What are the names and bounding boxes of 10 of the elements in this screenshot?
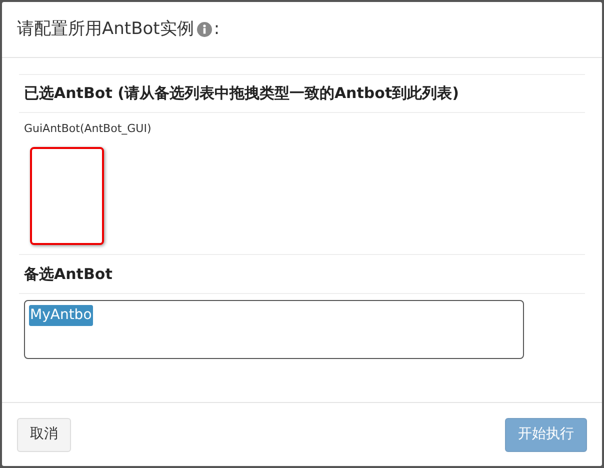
- title-colon: :: [214, 18, 220, 41]
- dialog-title: 请配置所用AntBot实例: [17, 18, 194, 41]
- cancel-button[interactable]: 取消: [17, 418, 71, 452]
- info-icon[interactable]: [196, 22, 212, 37]
- section-heading: 已选AntBot (请从备选列表中拖拽类型一致的Antbot到此列表): [24, 83, 459, 104]
- section-heading: 备选AntBot: [24, 264, 112, 285]
- candidate-list[interactable]: MyAntbo: [24, 300, 524, 359]
- drop-slot[interactable]: [30, 147, 104, 245]
- slot-label: GuiAntBot(AntBot_GUI): [24, 121, 152, 137]
- list-item[interactable]: MyAntbo: [29, 305, 93, 326]
